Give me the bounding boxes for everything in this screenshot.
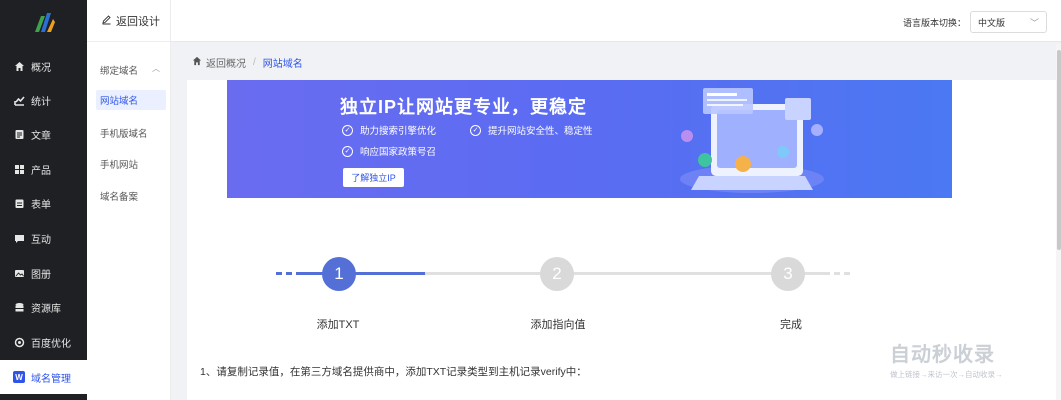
chart-icon xyxy=(13,94,25,106)
txt-instruction-text: 1、请复制记录值，在第三方域名提供商中，添加TXT记录类型到主机记录verify… xyxy=(200,366,587,378)
step-2-circle: 2 xyxy=(540,257,574,291)
back-to-design-button[interactable]: 返回设计 xyxy=(87,0,170,42)
submenu-item-label: 手机网站 xyxy=(100,160,139,171)
seo-icon xyxy=(13,336,25,348)
form-icon xyxy=(13,197,25,209)
watermark-main-text: 自动秒收录 xyxy=(890,344,995,366)
sidebar-item-label: 百度优化 xyxy=(31,338,71,350)
banner-feature: ✓ 提升网站安全性、稳定性 xyxy=(470,123,593,137)
breadcrumb-separator: / xyxy=(253,57,256,68)
sidebar-item-label: 域名管理 xyxy=(31,373,71,385)
logo-icon xyxy=(34,13,55,32)
submenu-item-website-domain[interactable]: 网站域名 xyxy=(96,90,166,110)
sidebar-item-stats[interactable]: 统计 xyxy=(0,83,87,117)
submenu-item-label: 手机版域名 xyxy=(100,129,148,140)
language-label: 语言版本切换： xyxy=(902,18,966,28)
submenu-item-domain-filing[interactable]: 域名备案 xyxy=(100,189,138,203)
step-3-circle: 3 xyxy=(771,257,805,291)
banner-title: 独立IP让网站更专业，更稳定 xyxy=(340,97,588,117)
submenu-item-mobile-site[interactable]: 手机网站 xyxy=(100,157,138,171)
step-3-label: 完成 xyxy=(780,319,802,331)
language-select[interactable]: 中文版 ﹀ xyxy=(970,11,1047,33)
scrollbar-thumb[interactable] xyxy=(1057,50,1061,250)
check-circle-icon: ✓ xyxy=(342,145,353,157)
breadcrumb-home-link[interactable]: 返回概况 xyxy=(206,55,246,70)
article-icon xyxy=(13,128,25,140)
domain-submenu: 返回设计 绑定域名 ︿ 网站域名 手机版域名 手机网站 域名备案 xyxy=(87,0,171,400)
home-icon xyxy=(13,60,25,72)
sidebar-item-label: 统计 xyxy=(31,96,51,108)
sidebar-item-label: 互动 xyxy=(31,234,51,246)
step-progress-dash xyxy=(286,272,292,275)
breadcrumb-current: 网站域名 xyxy=(262,59,303,70)
step-pending-dash xyxy=(844,272,850,275)
app-logo[interactable] xyxy=(0,0,87,44)
product-icon xyxy=(13,163,25,175)
sidebar-item-album[interactable]: 图册 xyxy=(0,256,87,290)
check-circle-icon: ✓ xyxy=(342,124,353,136)
sidebar-item-overview[interactable]: 概况 xyxy=(0,49,87,83)
check-circle-icon: ✓ xyxy=(470,124,481,136)
step-pending-dash xyxy=(834,272,840,275)
independent-ip-banner[interactable]: 独立IP让网站更专业，更稳定 ✓ 助力搜索引擎优化 ✓ 提升网站安全性、稳定性 … xyxy=(227,80,952,198)
step-1-circle: 1 xyxy=(322,257,356,291)
home-icon xyxy=(192,56,202,69)
banner-feature: ✓ 助力搜索引擎优化 xyxy=(342,123,436,137)
laptop-illustration xyxy=(680,88,824,193)
step-progress-dash xyxy=(276,272,282,275)
domain-icon: W xyxy=(13,371,25,383)
language-select-value: 中文版 xyxy=(978,17,1006,28)
sidebar-item-label: 资源库 xyxy=(31,303,61,315)
chevron-up-icon: ︿ xyxy=(152,64,160,73)
step-pending-line xyxy=(425,272,830,275)
sidebar-item-label: 文章 xyxy=(31,130,51,142)
sidebar-item-resources[interactable]: 资源库 xyxy=(0,290,87,324)
submenu-group-label: 绑定域名 xyxy=(100,66,139,77)
sidebar-item-label: 图册 xyxy=(31,269,51,281)
sidebar-item-forms[interactable]: 表单 xyxy=(0,186,87,220)
breadcrumb: 返回概况 / 网站域名 xyxy=(192,55,303,70)
chat-icon xyxy=(13,232,25,244)
edit-icon xyxy=(101,14,112,28)
sidebar-item-domain[interactable]: W 域名管理 xyxy=(0,360,87,394)
top-header: 语言版本切换： 中文版 ﹀ xyxy=(171,0,1061,42)
album-icon xyxy=(13,267,25,279)
main-sidebar: 概况 统计 文章 产品 表单 互动 图册 资源库 百度优化 W 域名管理 xyxy=(0,0,87,400)
submenu-item-label: 网站域名 xyxy=(100,96,139,107)
sidebar-item-label: 产品 xyxy=(31,165,51,177)
banner-feature-text: 响应国家政策号召 xyxy=(360,147,437,158)
banner-feature-text: 提升网站安全性、稳定性 xyxy=(488,126,593,137)
learn-independent-ip-button[interactable]: 了解独立IP xyxy=(343,168,404,187)
watermark-sub-text: 做上链接→来访一次→自动收录→ xyxy=(890,370,1003,379)
back-to-design-label: 返回设计 xyxy=(116,15,160,28)
database-icon xyxy=(13,301,25,313)
step-2-label: 添加指向值 xyxy=(530,319,586,331)
step-progress-line xyxy=(296,272,425,275)
watermark: 自动秒收录 做上链接→来访一次→自动收录→ xyxy=(890,338,1050,380)
sidebar-item-seo[interactable]: 百度优化 xyxy=(0,325,87,359)
submenu-item-label: 域名备案 xyxy=(100,192,139,203)
banner-feature-text: 助力搜索引擎优化 xyxy=(360,126,437,137)
sidebar-item-label: 概况 xyxy=(31,62,51,74)
step-1-label: 添加TXT xyxy=(316,319,360,331)
chevron-down-icon: ﹀ xyxy=(1029,18,1039,28)
submenu-group-bind-domain[interactable]: 绑定域名 ︿ xyxy=(100,63,160,77)
sidebar-item-interaction[interactable]: 互动 xyxy=(0,221,87,255)
banner-feature: ✓ 响应国家政策号召 xyxy=(342,144,436,158)
sidebar-item-articles[interactable]: 文章 xyxy=(0,117,87,151)
sidebar-item-products[interactable]: 产品 xyxy=(0,152,87,186)
submenu-item-mobile-domain[interactable]: 手机版域名 xyxy=(100,126,148,140)
sidebar-item-label: 表单 xyxy=(31,199,51,211)
